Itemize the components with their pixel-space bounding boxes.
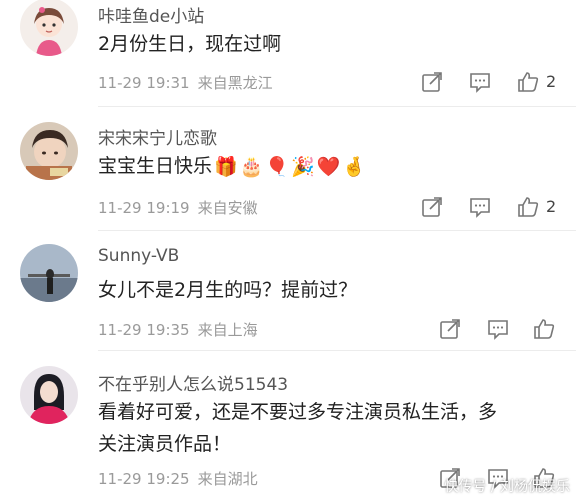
comment-item: Sunny-VB 女儿不是2月生的吗？提前过？ 11-29 19:35 来自上海 <box>0 232 576 351</box>
comment-text: 宝宝生日快乐 <box>98 155 213 177</box>
comment-actions: 2 <box>420 195 570 221</box>
comment-icon <box>488 320 508 340</box>
share-icon <box>440 319 460 339</box>
username[interactable]: 不在乎别人怎么说51543 <box>98 370 288 395</box>
reply-button[interactable] <box>468 70 494 96</box>
username[interactable]: Sunny-VB <box>98 246 179 266</box>
balloon-emoji: 🎈 <box>265 155 290 178</box>
celebration-emoji: 🎉 <box>291 155 315 178</box>
divider <box>98 106 576 107</box>
cake-emoji: 🎂 <box>239 155 264 178</box>
watermark: 快传号 / 刘杨侃娱乐 <box>444 479 570 495</box>
avatar-cartoon-girl <box>20 0 78 56</box>
avatar[interactable] <box>20 122 78 180</box>
like-icon <box>518 197 539 217</box>
like-count: 2 <box>546 72 557 91</box>
emoji-row: 🎁 🎂 🎈 🎉 ❤️ 🤞 <box>214 151 368 183</box>
share-button[interactable] <box>420 195 446 221</box>
comment-icon <box>470 198 490 218</box>
reply-button[interactable] <box>468 195 494 221</box>
comment-text-line1: 看着好可爱，还是不要过多专注演员私生活，多 <box>98 401 498 423</box>
fingers-crossed-emoji: 🤞 <box>342 155 367 178</box>
comment-item: 咔哇鱼de小站 2月份生日，现在过啊 11-29 19:31 来自黑龙江 2 <box>0 0 576 110</box>
like-icon <box>534 319 555 339</box>
like-button[interactable] <box>532 317 558 343</box>
divider <box>98 230 576 231</box>
heart-emoji: ❤️ <box>316 155 341 178</box>
comment-actions <box>438 317 568 343</box>
comment-time: 11-29 19:35 <box>98 321 190 339</box>
comment-source: 来自黑龙江 <box>197 74 273 92</box>
comment-text-line2: 关注演员作品！ <box>98 433 232 455</box>
like-icon <box>518 72 539 92</box>
comment-source: 来自湖北 <box>197 470 258 488</box>
share-button[interactable] <box>420 70 446 96</box>
comment-actions: 2 <box>420 70 570 96</box>
avatar-woman-photo <box>20 366 78 424</box>
like-button[interactable] <box>516 195 542 221</box>
avatar-landscape-photo <box>20 244 78 302</box>
comment-source: 来自安徽 <box>197 199 258 217</box>
comment-meta: 11-29 19:35 来自上海 <box>98 319 258 340</box>
comment-meta: 11-29 19:31 来自黑龙江 <box>98 72 273 93</box>
avatar[interactable] <box>20 366 78 424</box>
reply-button[interactable] <box>486 317 512 343</box>
comment-time: 11-29 19:25 <box>98 470 190 488</box>
comment-meta: 11-29 19:19 来自安徽 <box>98 197 258 218</box>
comment-time: 11-29 19:31 <box>98 74 190 92</box>
like-count: 2 <box>546 197 557 216</box>
username[interactable]: 咔哇鱼de小站 <box>98 2 204 27</box>
comment-time: 11-29 19:19 <box>98 199 190 217</box>
comment-text: 2月份生日，现在过啊 <box>98 33 282 55</box>
avatar[interactable] <box>20 244 78 302</box>
comment-item: 宋宋宋宁儿恋歌 宝宝生日快乐 🎁 🎂 🎈 🎉 ❤️ 🤞 11-29 19:19 来自安徽 2 <box>0 110 576 232</box>
share-button[interactable] <box>438 317 464 343</box>
comment-text: 女儿不是2月生的吗？提前过？ <box>98 279 358 301</box>
gift-emoji: 🎁 <box>214 155 238 178</box>
comment-meta: 11-29 19:25 来自湖北 <box>98 468 258 489</box>
avatar-baby-photo <box>20 122 78 180</box>
username[interactable]: 宋宋宋宁儿恋歌 <box>98 124 217 149</box>
like-button[interactable] <box>516 70 542 96</box>
share-icon <box>422 72 442 92</box>
comment-icon <box>470 73 490 93</box>
share-icon <box>422 197 442 217</box>
comment-text-row: 宝宝生日快乐 🎁 🎂 🎈 🎉 ❤️ 🤞 <box>98 150 368 183</box>
avatar[interactable] <box>20 0 78 56</box>
comment-source: 来自上海 <box>197 321 258 339</box>
